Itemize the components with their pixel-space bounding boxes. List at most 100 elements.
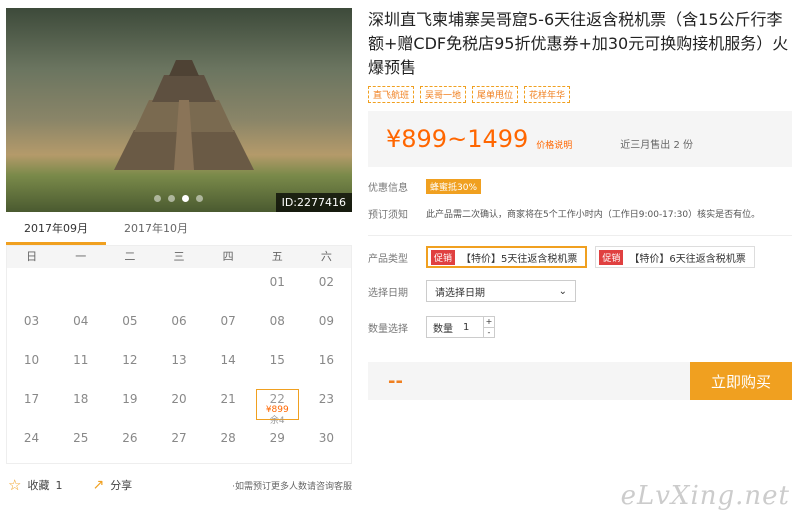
weekday-label: 四 [222,250,234,263]
calendar-day[interactable]: 08 [253,307,302,346]
calendar-day-number: 29 [269,431,285,445]
qty-prefix: 数量 [433,323,453,335]
calendar-empty [56,268,105,307]
calendar-day[interactable]: 13 [154,346,203,385]
calendar-day-number: 09 [318,314,335,328]
product-gallery: ID:2277416 2017年09月 2017年10月 日 一 二 三 四 五… [6,8,352,464]
calendar-day[interactable]: 20 [154,385,203,424]
calendar-day-number: 26 [122,431,138,445]
calendar-day-number: 18 [73,392,89,406]
calendar-day[interactable]: 03 [7,307,56,346]
date-label: 选择日期 [368,287,408,299]
calendar-day[interactable]: 01 [253,268,302,307]
calendar-day-number: 24 [23,431,40,445]
calendar-day-number: 21 [220,392,236,406]
calendar-day-number: 01 [269,275,285,289]
product-photo[interactable]: ID:2277416 [6,8,352,212]
increment-button[interactable]: + [484,317,494,327]
calendar-day[interactable]: 14 [204,346,253,385]
calendar-day[interactable]: 12 [105,346,154,385]
calendar-day[interactable]: 24 [7,424,56,463]
date-row: 选择日期 请选择日期 ⌄ [368,280,792,302]
calendar-day[interactable]: 07 [204,307,253,346]
calendar-day[interactable]: 25 [56,424,105,463]
type-option-label: 【特价】5天往返含税机票 [461,253,578,265]
calendar-day[interactable]: 22 ¥899 余4 [255,389,299,426]
weekday-label: 二 [124,250,136,263]
divider [368,235,792,236]
favorite-count: 1 [55,478,63,492]
calendar-day[interactable]: 27 [154,424,203,463]
type-option-5day[interactable]: 促销 【特价】5天往返含税机票 [426,246,588,268]
calendar-day[interactable]: 11 [56,346,105,385]
service-note: ·如需预订更多人数请咨询客服 [232,481,352,492]
calendar-day[interactable]: 09 [302,307,351,346]
price-box: ¥899~1499 价格说明 近三月售出 2 份 [368,111,792,167]
calendar-day-number: 08 [269,314,285,328]
sold-count: 近三月售出 2 份 [620,139,694,151]
calendar-day-number: 12 [122,353,138,367]
decrement-button[interactable]: - [484,327,494,337]
calendar-day[interactable]: 05 [105,307,154,346]
carousel-dots [154,195,203,202]
calendar-day[interactable]: 28 [204,424,253,463]
calendar-day-number: 14 [220,353,236,367]
calendar-day-number: 06 [171,314,187,328]
carousel-dot[interactable] [154,195,161,202]
share-button[interactable]: ↗ 分享 [92,477,132,493]
calendar-day-number: 17 [23,392,40,406]
carousel-dot[interactable] [182,195,189,202]
calendar-day[interactable]: 06 [154,307,203,346]
calendar-day[interactable]: 26 [105,424,154,463]
calendar-day-number: 19 [122,392,138,406]
calendar-day-number: 25 [73,431,89,445]
calendar-day[interactable]: 19 [105,385,154,424]
qty-value[interactable]: 1 [463,322,483,333]
quantity-stepper: 数量 1 + - [426,316,495,338]
stepper-buttons: + - [483,317,494,337]
tab-month-sep[interactable]: 2017年09月 [6,212,106,245]
calendar-day-price: ¥899 [265,405,289,415]
weekday-label: 日 [26,250,38,263]
carousel-dot[interactable] [196,195,203,202]
qty-label: 数量选择 [368,323,408,335]
calendar-empty [7,268,56,307]
total-price: -- [388,370,403,392]
calendar-day-number: 04 [73,314,89,328]
weekday-label: 一 [75,250,87,263]
product-tag: 直飞航班 [368,86,415,103]
calendar-day-number: 07 [220,314,236,328]
calendar-day[interactable]: 18 [56,385,105,424]
calendar-day[interactable]: 21 [204,385,253,424]
price-note-link[interactable]: 价格说明 [536,138,572,151]
month-tabs: 2017年09月 2017年10月 [6,212,352,246]
calendar-day[interactable]: 23 [302,385,351,424]
product-tag: 尾单甩位 [472,86,519,103]
buy-now-button[interactable]: 立即购买 [690,362,792,400]
calendar-day-number: 02 [318,275,335,289]
temple-image [114,60,254,170]
type-option-6day[interactable]: 促销 【特价】6天往返含税机票 [595,246,755,268]
favorite-button[interactable]: ☆ 收藏 1 [8,476,62,494]
calendar-day[interactable]: 15 [253,346,302,385]
type-label: 产品类型 [368,253,408,265]
calendar-day[interactable]: 10 [7,346,56,385]
calendar-day[interactable]: 17 [7,385,56,424]
date-select-value: 请选择日期 [435,287,485,299]
carousel-dot[interactable] [168,195,175,202]
tab-month-oct[interactable]: 2017年10月 [106,212,206,245]
calendar-day[interactable]: 30 [302,424,351,463]
calendar-day-number: 23 [318,392,335,406]
weekday-label: 三 [173,250,185,263]
calendar-day[interactable]: 02 [302,268,351,307]
promo-row: 优惠信息 蜂蜜抵30% [368,179,792,194]
product-tag: 吴哥一地 [420,86,467,103]
calendar-day[interactable]: 16 [302,346,351,385]
calendar-day[interactable]: 04 [56,307,105,346]
weekday-label: 五 [271,250,283,263]
weekday-label: 六 [320,250,332,263]
calendar-day[interactable]: 29 [253,424,302,463]
date-select[interactable]: 请选择日期 ⌄ [426,280,576,302]
calendar-empty [204,268,253,307]
price-range: ¥899~1499 [386,125,529,153]
